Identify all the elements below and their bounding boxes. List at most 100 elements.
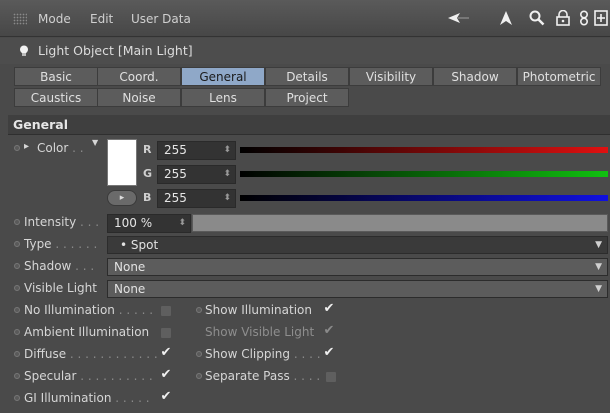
gi-illumination-label: GI Illumination . . . . .: [24, 391, 150, 405]
blue-gradient-slider[interactable]: [240, 195, 608, 201]
show-visible-light-label: Show Visible Light: [205, 325, 315, 339]
diffuse-checkbox[interactable]: ✔: [160, 346, 172, 360]
menu-mode[interactable]: Mode: [38, 12, 71, 26]
gi-illumination-dots: . . . . .: [111, 391, 150, 405]
ambient-illumination-checkbox[interactable]: [160, 327, 172, 339]
tab-caustics[interactable]: Caustics: [14, 88, 98, 107]
intensity-label-text: Intensity: [24, 215, 77, 229]
chevron-down-icon: ▼: [595, 240, 602, 250]
visible-light-dropdown[interactable]: None ▼: [107, 280, 608, 298]
animation-keyframe-icon[interactable]: [14, 351, 20, 357]
show-visible-light-checkbox[interactable]: ✔: [323, 324, 335, 338]
color-label-text: Color: [37, 141, 69, 155]
show-clipping-dots: . . . .: [290, 347, 321, 361]
animation-keyframe-icon[interactable]: [14, 307, 20, 313]
color-mode-toggle[interactable]: ▸: [107, 190, 137, 206]
tab-coord[interactable]: Coord.: [97, 67, 181, 86]
animation-keyframe-icon[interactable]: [14, 329, 20, 335]
animation-keyframe-icon[interactable]: [14, 219, 20, 225]
type-value: • Spot: [120, 238, 159, 252]
animation-keyframe-icon[interactable]: [14, 395, 20, 401]
tab-details[interactable]: Details: [265, 67, 349, 86]
tab-shadow[interactable]: Shadow: [433, 67, 517, 86]
tab-basic[interactable]: Basic: [14, 67, 98, 86]
lock-icon[interactable]: [556, 9, 570, 29]
chevron-down-icon: ▼: [595, 284, 602, 294]
animation-keyframe-icon[interactable]: [14, 145, 20, 151]
visible-light-label: Visible Light: [24, 281, 97, 295]
link-icon[interactable]: [578, 10, 590, 29]
tab-visibility[interactable]: Visibility: [349, 67, 433, 86]
separate-pass-checkbox[interactable]: [325, 371, 337, 383]
red-value: 255: [164, 143, 187, 157]
green-channel-label: G: [143, 167, 153, 180]
green-value-field[interactable]: 255 ⬍: [157, 165, 236, 184]
shadow-label: Shadow . . .: [24, 259, 94, 273]
green-value: 255: [164, 167, 187, 181]
no-illumination-label: No Illumination . . . . .: [24, 303, 153, 317]
diffuse-label: Diffuse . . . . . . . . . . . .: [24, 347, 158, 361]
separate-pass-text: Separate Pass: [205, 369, 290, 383]
specular-text: Specular: [24, 369, 77, 383]
grip-icon[interactable]: [13, 13, 27, 25]
object-header: Light Object [Main Light]: [0, 38, 610, 64]
new-panel-icon[interactable]: [594, 10, 608, 29]
animation-keyframe-icon[interactable]: [196, 307, 202, 313]
back-arrow-icon[interactable]: [446, 10, 470, 29]
tab-photometric[interactable]: Photometric: [517, 67, 601, 86]
tab-general[interactable]: General: [181, 67, 265, 86]
blue-value-field[interactable]: 255 ⬍: [157, 189, 236, 208]
intensity-slider[interactable]: [192, 214, 608, 232]
section-header-general[interactable]: General: [8, 115, 610, 135]
menu-bar: Mode Edit User Data: [0, 0, 610, 37]
color-label: Color . .: [37, 141, 84, 155]
shadow-dropdown[interactable]: None ▼: [107, 258, 608, 276]
animation-keyframe-icon[interactable]: [196, 351, 202, 357]
gi-illumination-checkbox[interactable]: ✔: [160, 390, 172, 404]
type-dropdown[interactable]: • Spot ▼: [107, 236, 608, 254]
red-spinner-icon[interactable]: ⬍: [223, 142, 231, 159]
animation-keyframe-icon[interactable]: [14, 241, 20, 247]
menu-edit[interactable]: Edit: [90, 12, 113, 26]
blue-value: 255: [164, 191, 187, 205]
intensity-field[interactable]: 100 % ⬍: [107, 214, 191, 233]
color-swatch[interactable]: [107, 139, 137, 186]
intensity-value: 100 %: [114, 216, 153, 230]
search-icon[interactable]: [529, 10, 545, 29]
no-illumination-checkbox[interactable]: [160, 305, 172, 317]
red-gradient-slider[interactable]: [240, 147, 608, 153]
red-value-field[interactable]: 255 ⬍: [157, 141, 236, 160]
expand-arrow-icon[interactable]: ▸: [24, 141, 29, 152]
color-menu-arrow-icon[interactable]: ▼: [92, 138, 98, 147]
intensity-spinner-icon[interactable]: ⬍: [178, 215, 186, 232]
tab-lens[interactable]: Lens: [181, 88, 265, 107]
show-clipping-checkbox[interactable]: ✔: [323, 346, 335, 360]
intensity-label: Intensity . . .: [24, 215, 99, 229]
green-gradient-slider[interactable]: [240, 171, 608, 177]
tab-project[interactable]: Project: [265, 88, 349, 107]
separate-pass-label: Separate Pass . . . .: [205, 369, 320, 383]
menu-user-data[interactable]: User Data: [131, 12, 191, 26]
type-label: Type . . . . . .: [24, 237, 97, 251]
animation-keyframe-icon[interactable]: [14, 285, 20, 291]
type-label-dots: . . . . . .: [51, 237, 98, 251]
animation-keyframe-icon[interactable]: [196, 373, 202, 379]
diffuse-text: Diffuse: [24, 347, 67, 361]
tab-noise[interactable]: Noise: [97, 88, 181, 107]
no-illumination-dots: . . . . .: [114, 303, 154, 317]
blue-spinner-icon[interactable]: ⬍: [223, 190, 231, 207]
color-label-dots: . .: [68, 141, 84, 155]
intensity-label-dots: . . .: [76, 215, 100, 229]
green-spinner-icon[interactable]: ⬍: [223, 166, 231, 183]
animation-keyframe-icon[interactable]: [14, 263, 20, 269]
show-illumination-checkbox[interactable]: ✔: [323, 302, 335, 316]
section-title: General: [13, 117, 68, 132]
no-illumination-text: No Illumination: [24, 303, 115, 317]
diffuse-dots: . . . . . . . . . . . .: [66, 347, 158, 361]
separate-pass-dots: . . . .: [289, 369, 321, 383]
show-clipping-text: Show Clipping: [205, 347, 291, 361]
specular-checkbox[interactable]: ✔: [160, 368, 172, 382]
animation-keyframe-icon[interactable]: [14, 373, 20, 379]
cursor-arrow-icon[interactable]: [499, 10, 513, 29]
gi-illumination-text: GI Illumination: [24, 391, 112, 405]
